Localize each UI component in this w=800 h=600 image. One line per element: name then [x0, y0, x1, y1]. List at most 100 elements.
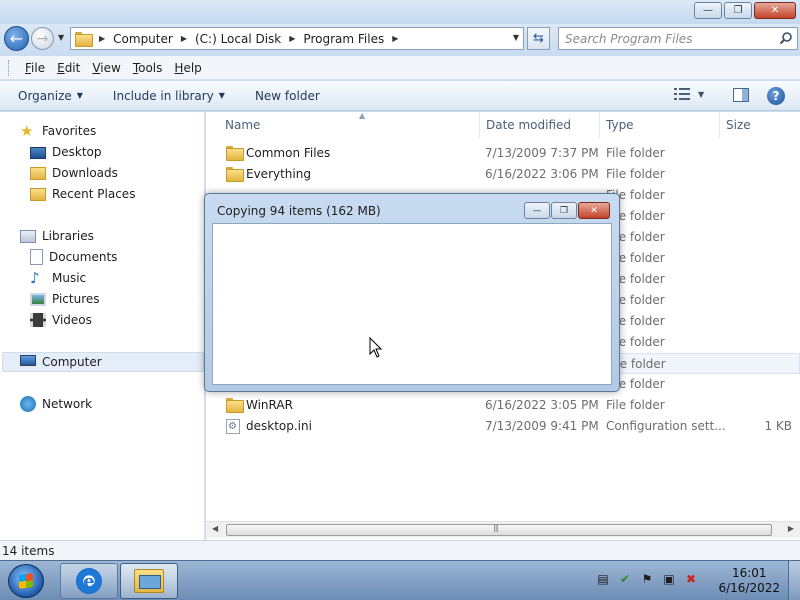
file-name: WinRAR [246, 398, 293, 412]
sidebar-item-recent-places[interactable]: Recent Places [30, 184, 135, 204]
file-row[interactable]: Everything 6/16/2022 3:06 PM File folder [206, 164, 800, 185]
item-count: 14 items [2, 543, 55, 558]
start-button[interactable] [8, 564, 44, 598]
dialog-body [212, 223, 612, 385]
search-icon[interactable] [779, 31, 793, 45]
search-box[interactable] [558, 27, 798, 50]
file-row[interactable]: Common Files 7/13/2009 7:37 PM File fold… [206, 143, 800, 164]
menu-file-label: ile [31, 60, 46, 75]
file-size: 1 KB [764, 419, 792, 433]
menu-file[interactable]: File [19, 61, 51, 75]
include-in-library-label: Include in library [112, 88, 214, 103]
column-header-label: Name [225, 118, 261, 132]
chevron-right-icon[interactable]: ▶ [177, 34, 191, 43]
sidebar-item-favorites[interactable]: ★ Favorites [20, 121, 96, 141]
dialog-caption-buttons: — ❐ ✕ [524, 202, 610, 219]
folder-icon [226, 398, 244, 413]
column-header-label: Date modified [486, 118, 572, 132]
desktop-icon [30, 147, 46, 159]
sidebar-item-network[interactable]: Network [20, 394, 92, 414]
file-date: 6/16/2022 3:05 PM [485, 398, 599, 412]
sidebar-item-desktop[interactable]: Desktop [30, 142, 102, 162]
sidebar-item-documents[interactable]: Documents [30, 247, 117, 267]
scroll-right-icon[interactable]: ▶ [788, 524, 794, 533]
window-caption-buttons: — ❐ ✕ [694, 2, 796, 19]
network-status-icon[interactable]: ▣ [662, 571, 676, 587]
clock-time: 16:01 [731, 566, 767, 580]
column-header-size[interactable]: Size [720, 112, 800, 138]
chevron-down-icon: ▼ [76, 91, 83, 100]
sidebar-item-libraries[interactable]: Libraries [20, 226, 94, 246]
change-view-button[interactable]: ▼ [674, 88, 704, 100]
chevron-down-icon[interactable]: ▼ [698, 90, 704, 99]
menu-tools-label: ools [138, 60, 163, 75]
clipboard-icon[interactable]: ▤ [596, 571, 610, 587]
folder-icon [226, 146, 244, 161]
clock[interactable]: 16:01 6/16/2022 [718, 566, 780, 596]
sidebar-item-videos[interactable]: Videos [30, 310, 92, 330]
horizontal-scrollbar[interactable]: ◀ ▶ [206, 521, 800, 538]
volume-muted-icon[interactable]: ✖ [684, 571, 698, 587]
config-file-icon [226, 419, 240, 434]
menu-tools[interactable]: Tools [127, 61, 169, 75]
documents-icon [30, 249, 43, 265]
taskbar-internet-explorer[interactable]: e [60, 563, 118, 599]
menu-edit[interactable]: Edit [51, 61, 86, 75]
search-input[interactable] [559, 28, 769, 49]
dialog-close-button[interactable]: ✕ [578, 202, 610, 219]
sidebar-item-music[interactable]: ♪ Music [30, 268, 86, 288]
breadcrumb-local-disk[interactable]: (C:) Local Disk [195, 32, 281, 46]
sidebar-item-label: Documents [49, 250, 118, 264]
network-icon [20, 396, 36, 412]
show-desktop-button[interactable] [788, 561, 800, 600]
preview-pane-button[interactable] [733, 88, 749, 102]
close-button[interactable]: ✕ [754, 2, 796, 19]
breadcrumb-computer[interactable]: Computer [113, 32, 173, 46]
back-button[interactable]: ← [4, 26, 29, 51]
file-type: File folder [606, 167, 665, 181]
menu-view[interactable]: View [86, 61, 126, 75]
chevron-right-icon[interactable]: ▶ [95, 34, 109, 43]
minimize-button[interactable]: — [694, 2, 722, 19]
organize-button[interactable]: Organize ▼ [10, 89, 91, 103]
chevron-right-icon[interactable]: ▶ [285, 34, 299, 43]
libraries-icon [20, 229, 36, 243]
sidebar-item-label: Music [52, 271, 87, 285]
column-header-date-modified[interactable]: Date modified [480, 112, 600, 138]
new-folder-button[interactable]: New folder [247, 89, 328, 103]
taskbar-windows-explorer[interactable] [120, 563, 178, 599]
help-icon[interactable]: ? [767, 87, 785, 105]
navigation-pane: ★ Favorites Desktop Downloads Recent Plac… [0, 112, 205, 540]
windows-explorer-icon [134, 569, 164, 593]
address-bar[interactable]: ▶ Computer ▶ (C:) Local Disk ▶ Program F… [70, 27, 524, 50]
copy-progress-dialog[interactable]: Copying 94 items (162 MB) — ❐ ✕ [204, 193, 620, 392]
scroll-left-icon[interactable]: ◀ [212, 524, 218, 533]
forward-button[interactable]: → [31, 27, 54, 50]
sidebar-item-downloads[interactable]: Downloads [30, 163, 118, 183]
action-center-flag-icon[interactable]: ⚑ [640, 571, 654, 587]
sidebar-item-computer[interactable]: Computer [2, 352, 204, 372]
maximize-button[interactable]: ❐ [724, 2, 752, 19]
sidebar-item-label: Pictures [52, 292, 100, 306]
refresh-button[interactable]: ⇆ [527, 27, 550, 50]
menu-help-label: elp [183, 60, 202, 75]
command-bar: Organize ▼ Include in library ▼ New folder… [0, 81, 800, 111]
security-shield-icon[interactable]: ✔ [618, 571, 632, 587]
file-row[interactable]: WinRAR 6/16/2022 3:05 PM File folder [206, 395, 800, 416]
include-in-library-button[interactable]: Include in library ▼ [105, 89, 233, 103]
column-header-type[interactable]: Type [600, 112, 720, 138]
recent-pages-dropdown-icon[interactable]: ▼ [58, 33, 64, 42]
breadcrumb-program-files[interactable]: Program Files [303, 32, 384, 46]
window-titlebar[interactable]: — ❐ ✕ [0, 0, 800, 24]
address-dropdown-icon[interactable]: ▼ [513, 33, 519, 42]
star-icon: ★ [20, 122, 34, 140]
dialog-maximize-button[interactable]: ❐ [551, 202, 577, 219]
column-header-name[interactable]: Name ▲ [219, 111, 480, 138]
sidebar-item-pictures[interactable]: Pictures [30, 289, 100, 309]
scrollbar-thumb[interactable] [226, 523, 772, 536]
column-header-label: Size [726, 118, 751, 132]
menu-help[interactable]: Help [168, 61, 207, 75]
file-row[interactable]: desktop.ini 7/13/2009 9:41 PM Configurat… [206, 416, 800, 437]
dialog-minimize-button[interactable]: — [524, 202, 550, 219]
chevron-right-icon[interactable]: ▶ [388, 34, 402, 43]
